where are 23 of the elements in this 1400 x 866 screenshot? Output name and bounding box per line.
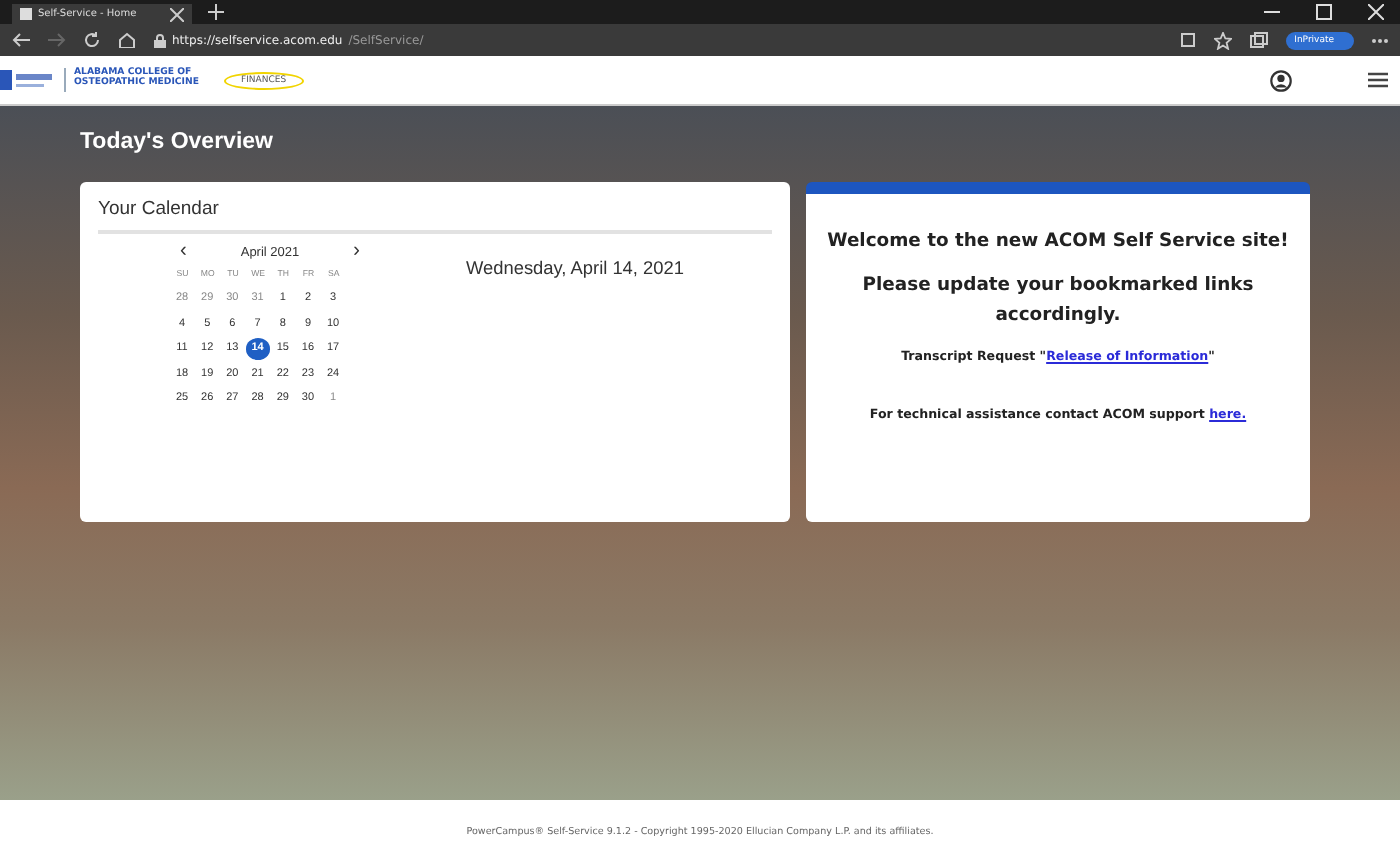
more-icon[interactable] xyxy=(1372,37,1388,43)
page-icon xyxy=(20,8,32,20)
announcement-subheading: Please update your bookmarked links accordingly. xyxy=(862,272,1254,330)
home-icon[interactable] xyxy=(118,32,136,48)
lock-icon xyxy=(154,33,166,47)
new-tab-icon[interactable] xyxy=(208,4,224,20)
close-window-icon[interactable] xyxy=(1368,4,1384,20)
close-icon[interactable] xyxy=(170,7,184,21)
previous-month-button[interactable]: ‹ xyxy=(170,242,197,262)
reader-icon[interactable] xyxy=(1180,32,1197,48)
maximize-icon[interactable] xyxy=(1316,4,1332,20)
menu-icon[interactable] xyxy=(1368,72,1388,88)
logo-icon xyxy=(0,68,56,92)
next-month-button[interactable]: › xyxy=(343,242,370,262)
selected-date: Wednesday, April 14, 2021 xyxy=(466,258,684,282)
card-title: Your Calendar xyxy=(98,198,772,234)
back-icon[interactable] xyxy=(12,32,30,48)
collections-icon[interactable] xyxy=(1250,32,1269,48)
page-title: Today's Overview xyxy=(80,130,275,158)
user-icon[interactable] xyxy=(1270,69,1292,91)
star-icon[interactable] xyxy=(1214,31,1233,49)
reload-icon[interactable] xyxy=(84,32,100,48)
announcement-heading: Welcome to the new ACOM Self Service site! xyxy=(825,230,1291,252)
